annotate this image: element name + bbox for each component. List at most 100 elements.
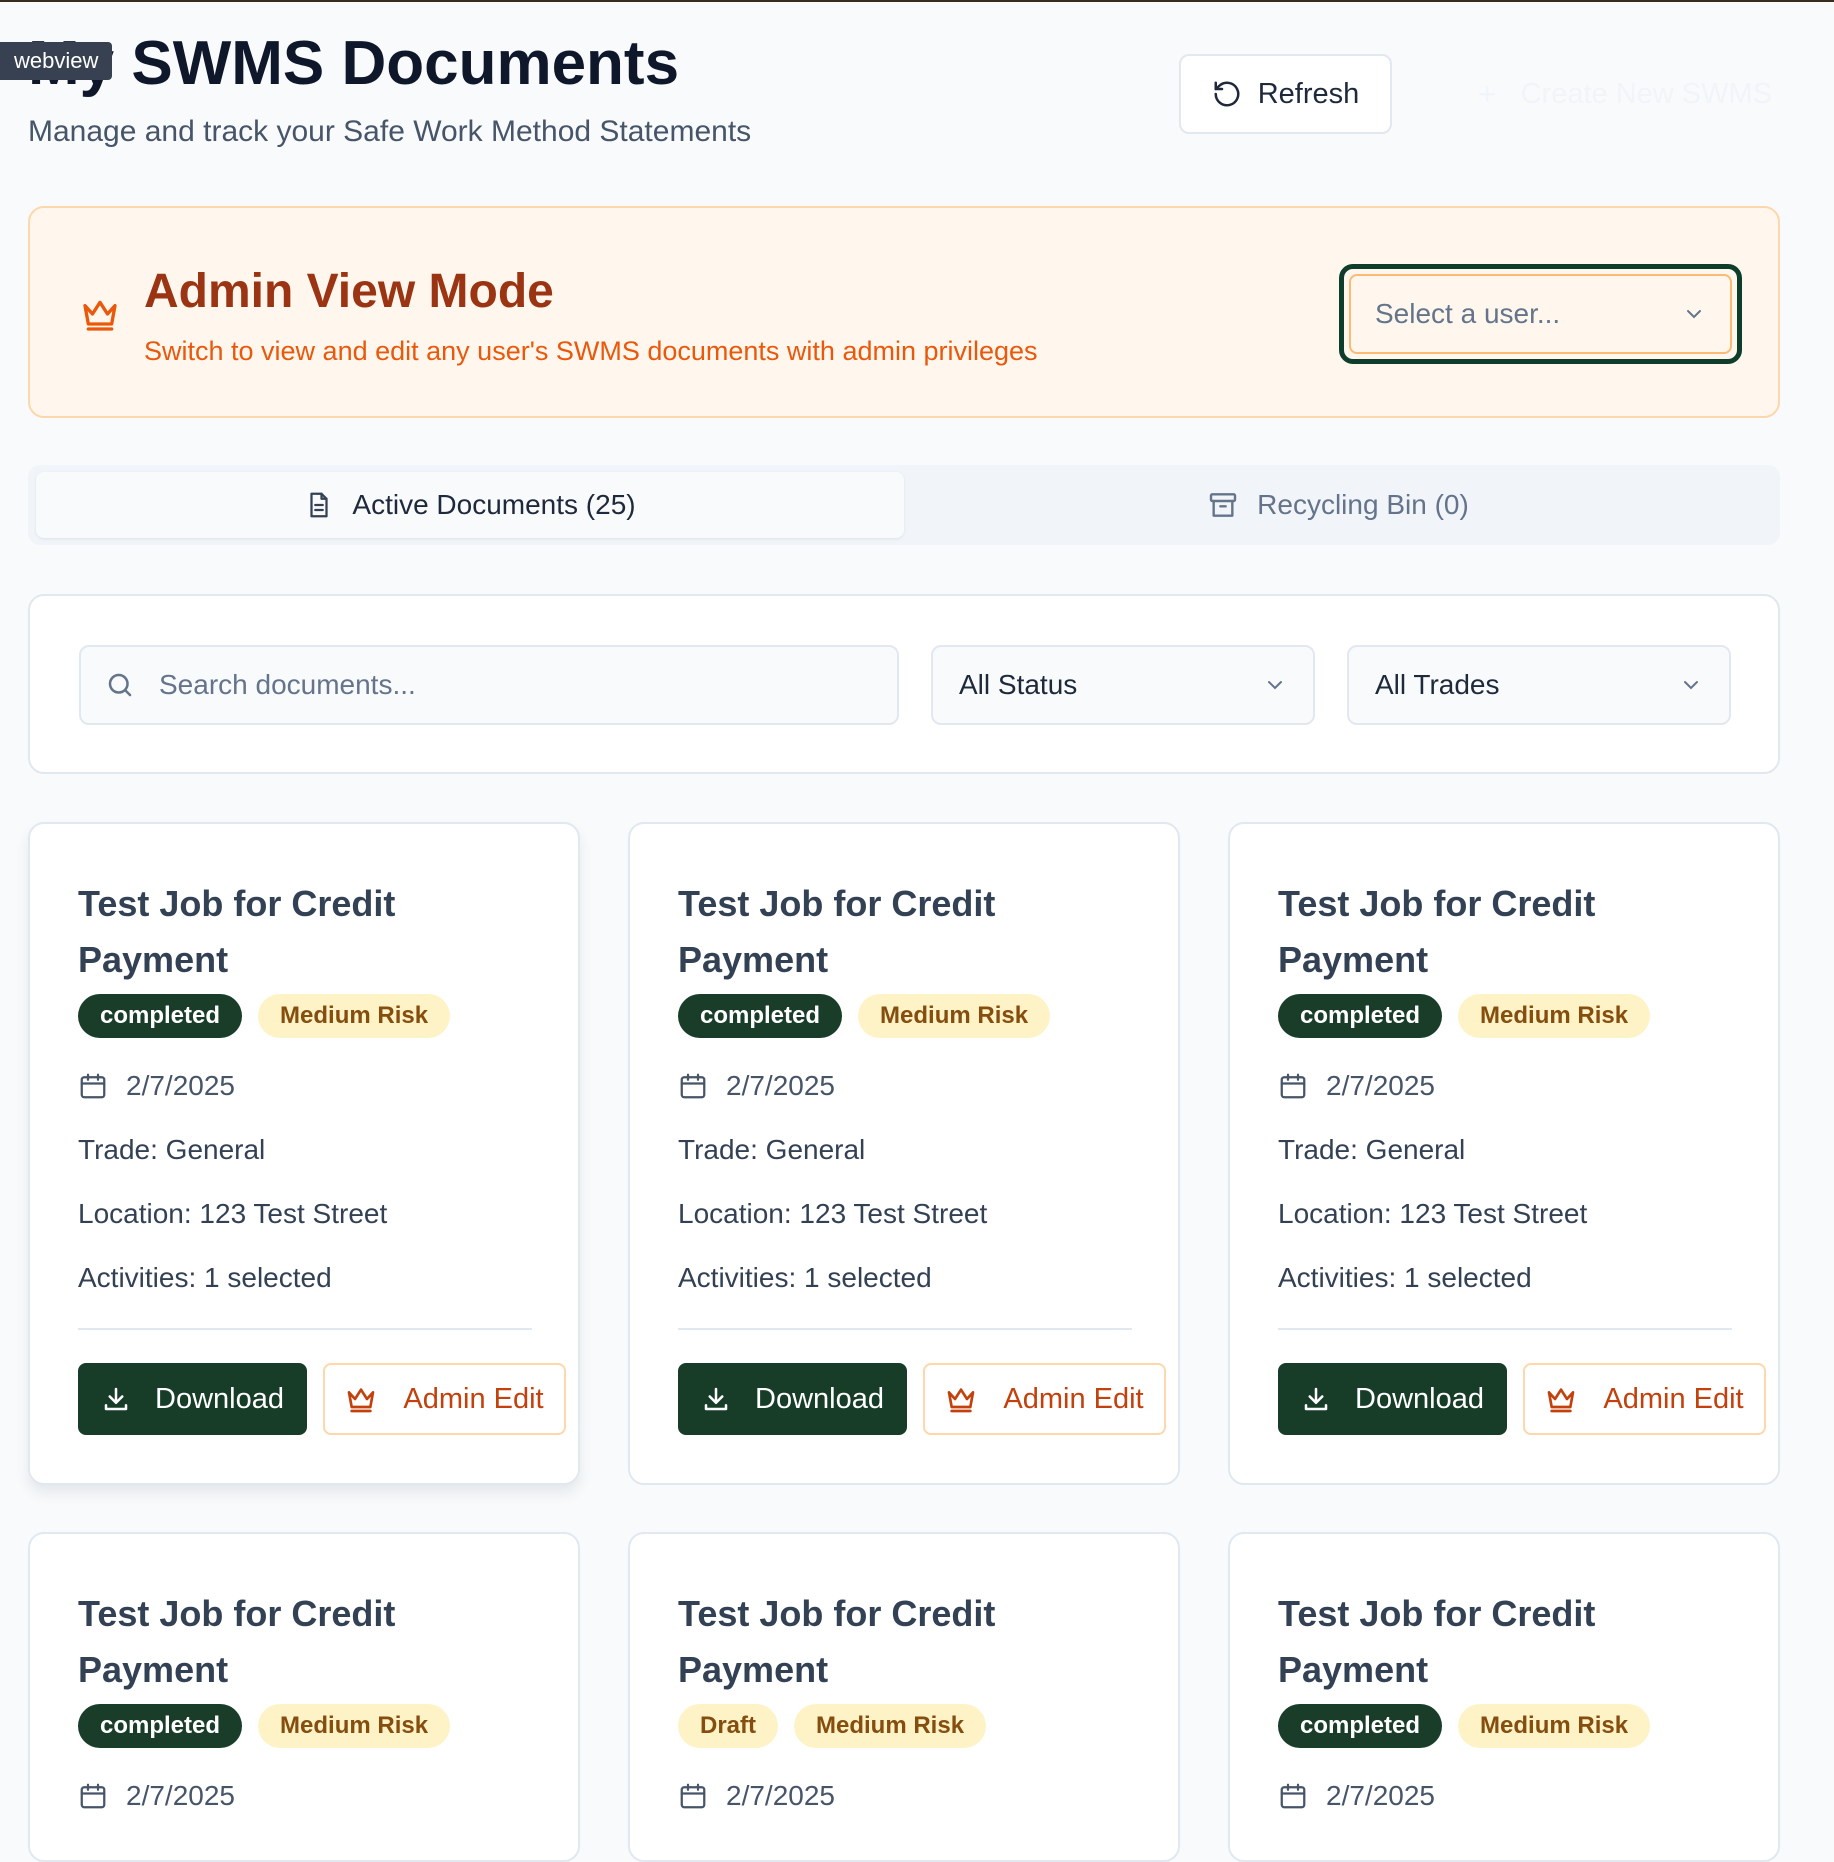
risk-badge: Medium Risk (258, 994, 451, 1038)
filter-panel: All Status All Trades (28, 594, 1780, 774)
calendar-icon (680, 1073, 706, 1099)
trades-filter-value: All Trades (1375, 669, 1500, 700)
search-box[interactable] (79, 645, 899, 725)
card-title: Test Job for Credit Payment (678, 1593, 996, 1690)
download-icon (704, 1387, 728, 1411)
tab-recycling-bin[interactable]: Recycling Bin (0) (904, 472, 1772, 538)
webview-tag: webview (0, 42, 113, 80)
admin-view-panel: Admin View Mode Switch to view and edit … (28, 206, 1780, 418)
download-label: Download (155, 1382, 284, 1415)
admin-edit-label: Admin Edit (1003, 1382, 1144, 1415)
admin-view-title: Admin View Mode (144, 265, 554, 318)
card-date: 2/7/2025 (126, 1070, 235, 1101)
plus-icon: + (1477, 75, 1497, 112)
card-date: 2/7/2025 (1326, 1780, 1435, 1811)
card-activities: Activities: 1 selected (1278, 1262, 1532, 1293)
document-tabs: Active Documents (25) Recycling Bin (0) (28, 465, 1780, 545)
create-swms-button[interactable]: + Create New SWMS (1432, 54, 1772, 134)
crown-icon (348, 1388, 375, 1413)
chevron-down-icon (1268, 681, 1282, 690)
download-icon (1304, 1387, 1328, 1411)
chevron-down-icon (1687, 310, 1701, 319)
crown-icon (948, 1388, 975, 1413)
card-title: Test Job for Credit Payment (1278, 1593, 1596, 1690)
card-trade: Trade: General (78, 1134, 266, 1165)
admin-edit-button[interactable]: Admin Edit (323, 1363, 566, 1435)
document-card: Test Job for Credit Payment completed Me… (28, 822, 580, 1485)
refresh-button-label: Refresh (1257, 77, 1360, 110)
card-date: 2/7/2025 (726, 1780, 835, 1811)
admin-edit-button[interactable]: Admin Edit (923, 1363, 1166, 1435)
page-subtitle: Manage and track your Safe Work Method S… (28, 115, 752, 148)
top-border (0, 0, 1834, 2)
calendar-icon (1280, 1073, 1306, 1099)
admin-view-description: Switch to view and edit any user's SWMS … (144, 336, 1038, 366)
download-button[interactable]: Download (1278, 1363, 1507, 1435)
card-title: Test Job for Credit Payment (78, 883, 396, 980)
search-input[interactable] (157, 668, 841, 702)
card-divider (678, 1328, 1132, 1330)
download-icon (104, 1387, 128, 1411)
status-filter-value: All Status (959, 669, 1078, 700)
card-title: Test Job for Credit Payment (678, 883, 996, 980)
admin-edit-button[interactable]: Admin Edit (1523, 1363, 1766, 1435)
status-badge: completed (678, 994, 843, 1038)
risk-badge: Medium Risk (1458, 994, 1651, 1038)
status-filter-dropdown[interactable]: All Status (931, 645, 1315, 725)
refresh-button[interactable]: Refresh (1179, 54, 1392, 134)
card-location: Location: 123 Test Street (78, 1198, 388, 1229)
calendar-icon (80, 1783, 106, 1809)
card-trade: Trade: General (1278, 1134, 1466, 1165)
status-badge: completed (1278, 1704, 1443, 1748)
document-card: Test Job for Credit Payment completed Me… (1228, 822, 1780, 1485)
download-label: Download (755, 1382, 884, 1415)
calendar-icon (680, 1783, 706, 1809)
status-badge: completed (78, 1704, 243, 1748)
download-button[interactable]: Download (78, 1363, 307, 1435)
risk-badge: Medium Risk (1458, 1704, 1651, 1748)
download-button[interactable]: Download (678, 1363, 907, 1435)
document-card: Test Job for Credit Payment completed Me… (628, 822, 1180, 1485)
status-badge: completed (1278, 994, 1443, 1038)
card-activities: Activities: 1 selected (678, 1262, 932, 1293)
card-title: Test Job for Credit Payment (78, 1593, 396, 1690)
download-label: Download (1355, 1382, 1484, 1415)
search-icon (108, 673, 132, 697)
risk-badge: Medium Risk (794, 1704, 987, 1748)
card-divider (1278, 1328, 1732, 1330)
document-card: Test Job for Credit Payment completed Me… (1228, 1532, 1780, 1862)
tab-recycling-bin-label: Recycling Bin (0) (1257, 489, 1469, 520)
card-divider (78, 1328, 532, 1330)
document-card: Test Job for Credit Payment completed Me… (28, 1532, 580, 1862)
card-title: Test Job for Credit Payment (1278, 883, 1596, 980)
tab-active-documents-label: Active Documents (25) (352, 489, 636, 520)
trades-filter-dropdown[interactable]: All Trades (1347, 645, 1731, 725)
calendar-icon (80, 1073, 106, 1099)
chevron-down-icon (1684, 681, 1698, 690)
user-select-dropdown[interactable]: Select a user... (1349, 274, 1732, 354)
crown-icon (83, 300, 117, 331)
risk-badge: Medium Risk (858, 994, 1051, 1038)
crown-icon (1548, 1388, 1575, 1413)
tab-active-documents[interactable]: Active Documents (25) (36, 472, 904, 538)
status-badge: completed (78, 994, 243, 1038)
admin-edit-label: Admin Edit (1603, 1382, 1744, 1415)
calendar-icon (1280, 1783, 1306, 1809)
card-activities: Activities: 1 selected (78, 1262, 332, 1293)
risk-badge: Medium Risk (258, 1704, 451, 1748)
status-badge: Draft (678, 1704, 779, 1748)
card-date: 2/7/2025 (126, 1780, 235, 1811)
card-location: Location: 123 Test Street (1278, 1198, 1588, 1229)
card-trade: Trade: General (678, 1134, 866, 1165)
create-swms-label: Create New SWMS (1520, 77, 1772, 110)
user-select-placeholder: Select a user... (1375, 298, 1561, 329)
admin-edit-label: Admin Edit (403, 1382, 544, 1415)
page-title: My SWMS Documents (28, 29, 680, 98)
card-location: Location: 123 Test Street (678, 1198, 988, 1229)
card-date: 2/7/2025 (726, 1070, 835, 1101)
card-date: 2/7/2025 (1326, 1070, 1435, 1101)
document-icon (310, 492, 329, 518)
archive-icon (1209, 493, 1237, 517)
document-card: Test Job for Credit Payment Draft Medium… (628, 1532, 1180, 1862)
user-select-focus-ring: Select a user... (1339, 264, 1742, 364)
